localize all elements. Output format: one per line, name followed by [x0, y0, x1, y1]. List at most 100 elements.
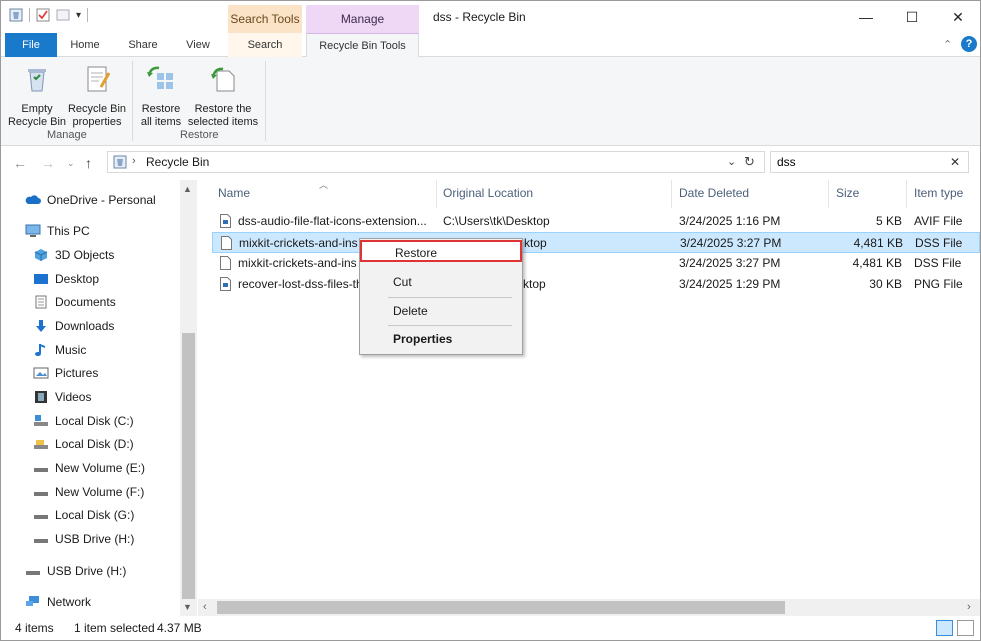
empty-recycle-bin-button[interactable]: Empty Recycle Bin — [7, 63, 67, 129]
nav-desktop[interactable]: Desktop — [33, 268, 99, 290]
nav-network[interactable]: Network — [25, 591, 91, 613]
search-input[interactable] — [771, 152, 941, 172]
up-arrow-icon[interactable]: ↑ — [85, 155, 92, 171]
large-icons-view-icon[interactable] — [957, 620, 974, 636]
restore-all-label-1: Restore — [141, 103, 181, 115]
column-header-item-type[interactable]: Item type — [914, 186, 963, 200]
breadcrumb-recycle-bin[interactable]: Recycle Bin — [146, 155, 209, 169]
nav-music[interactable]: Music — [33, 339, 86, 361]
back-arrow-icon[interactable]: ← — [13, 155, 27, 171]
image-file-icon — [220, 277, 231, 291]
qat-dropdown-icon[interactable]: ▾ — [76, 10, 81, 21]
menu-item-cut-label: Cut — [393, 275, 412, 289]
nav-local-disk-g[interactable]: Local Disk (G:) — [33, 504, 134, 526]
restore-selected-label-1: Restore the — [194, 103, 252, 115]
scroll-right-arrow-icon[interactable]: › — [967, 601, 971, 613]
column-divider[interactable] — [671, 180, 672, 208]
horizontal-scrollbar-thumb[interactable] — [217, 601, 785, 614]
tab-share[interactable]: Share — [117, 33, 169, 57]
tab-view[interactable]: View — [175, 33, 221, 57]
maximize-button[interactable]: ☐ — [889, 1, 935, 33]
clear-search-icon[interactable]: ✕ — [950, 155, 960, 169]
restore-all-icon — [147, 66, 173, 89]
pictures-icon — [33, 367, 49, 379]
nav-new-volume-f[interactable]: New Volume (F:) — [33, 481, 144, 503]
file-date: 3/24/2025 3:27 PM — [680, 236, 782, 250]
nav-documents[interactable]: Documents — [33, 291, 116, 313]
nav-onedrive[interactable]: OneDrive - Personal — [25, 189, 156, 211]
cube-icon — [34, 249, 48, 261]
drive-icon — [34, 468, 48, 472]
recycle-bin-small-icon[interactable] — [9, 8, 23, 22]
nav-usb-drive-h[interactable]: USB Drive (H:) — [33, 528, 134, 550]
empty-bin-label-1: Empty — [21, 103, 53, 115]
menu-divider — [388, 325, 512, 326]
address-dropdown-icon[interactable]: ⌄ — [727, 155, 736, 168]
tab-search[interactable]: Search — [228, 33, 302, 57]
column-header-original-location[interactable]: Original Location — [443, 186, 533, 200]
column-divider[interactable] — [906, 180, 907, 208]
nav-this-pc[interactable]: This PC — [25, 220, 90, 242]
table-row[interactable]: mixkit-crickets-and-ins 3/24/2025 3:27 P… — [212, 253, 980, 274]
context-menu: Restore Cut Delete Properties — [359, 238, 523, 355]
close-button[interactable]: ✕ — [935, 1, 981, 33]
new-folder-icon[interactable] — [56, 8, 70, 22]
nav-local-disk-c[interactable]: Local Disk (C:) — [33, 410, 134, 432]
system-drive-icon — [34, 415, 48, 426]
collapse-ribbon-icon[interactable]: ⌃ — [943, 38, 952, 51]
tab-file[interactable]: File — [5, 33, 57, 57]
desktop-icon — [34, 274, 48, 284]
group-label-restore: Restore — [180, 129, 219, 141]
file-icon — [221, 236, 232, 250]
column-header-name[interactable]: Name — [218, 186, 250, 200]
table-row[interactable]: dss-audio-file-flat-icons-extension... C… — [212, 211, 980, 232]
minimize-button[interactable]: — — [843, 1, 889, 33]
column-header-date-deleted[interactable]: Date Deleted — [679, 186, 749, 200]
menu-item-cut[interactable]: Cut — [360, 271, 522, 293]
restore-selected-items-button[interactable]: Restore the selected items — [187, 63, 259, 129]
file-location: ktop — [524, 236, 547, 250]
music-note-icon — [35, 344, 45, 356]
breadcrumb-chevron-icon[interactable]: › — [132, 155, 136, 167]
menu-item-restore[interactable]: Restore — [360, 240, 522, 262]
nav-scrollbar-thumb[interactable] — [182, 333, 195, 599]
nav-downloads[interactable]: Downloads — [33, 315, 114, 337]
properties-icon — [87, 66, 111, 92]
navigation-bar: ← → ⌄ ↑ › Recycle Bin ⌄ ↻ ✕ — [1, 146, 980, 180]
nav-pane-scrollbar[interactable]: ▲ ▼ — [180, 180, 197, 616]
column-header-size[interactable]: Size — [836, 186, 859, 200]
column-divider[interactable] — [828, 180, 829, 208]
table-row[interactable]: recover-lost-dss-files-th ktop 3/24/2025… — [212, 274, 980, 295]
nav-usb-drive-h-root[interactable]: USB Drive (H:) — [25, 560, 126, 582]
file-type: DSS File — [914, 256, 962, 270]
status-item-count: 4 items — [15, 621, 54, 635]
column-divider[interactable] — [436, 180, 437, 208]
tab-home[interactable]: Home — [61, 33, 109, 57]
file-date: 3/24/2025 1:16 PM — [679, 214, 781, 228]
recent-locations-icon[interactable]: ⌄ — [67, 158, 75, 169]
film-icon — [35, 391, 47, 403]
help-icon[interactable]: ? — [961, 36, 977, 52]
scroll-down-arrow-icon[interactable]: ▼ — [183, 602, 192, 612]
restore-all-items-button[interactable]: Restore all items — [137, 63, 185, 129]
nav-local-disk-d[interactable]: Local Disk (D:) — [33, 433, 134, 455]
recycle-bin-properties-button[interactable]: Recycle Bin properties — [67, 63, 127, 129]
table-row-selected[interactable]: mixkit-crickets-and-ins ktop 3/24/2025 3… — [212, 232, 980, 253]
scroll-left-arrow-icon[interactable]: ‹ — [203, 601, 207, 613]
forward-arrow-icon[interactable]: → — [41, 155, 55, 171]
menu-item-delete[interactable]: Delete — [360, 300, 522, 322]
nav-videos[interactable]: Videos — [33, 386, 91, 408]
scroll-up-arrow-icon[interactable]: ▲ — [183, 184, 192, 194]
refresh-icon[interactable]: ↻ — [744, 154, 755, 170]
menu-item-properties[interactable]: Properties — [360, 328, 522, 350]
address-bar[interactable]: › Recycle Bin ⌄ ↻ — [107, 151, 765, 173]
details-view-icon[interactable] — [936, 620, 953, 636]
file-list-horizontal-scrollbar[interactable]: ‹ › — [198, 599, 980, 616]
properties-check-icon[interactable] — [36, 8, 50, 22]
nav-pictures[interactable]: Pictures — [33, 362, 98, 384]
nav-3d-objects[interactable]: 3D Objects — [33, 244, 114, 266]
nav-new-volume-e[interactable]: New Volume (E:) — [33, 457, 145, 479]
tab-recycle-bin-tools[interactable]: Recycle Bin Tools — [306, 33, 419, 58]
nav-this-pc-label: This PC — [47, 224, 90, 238]
file-name: mixkit-crickets-and-ins — [239, 236, 358, 250]
